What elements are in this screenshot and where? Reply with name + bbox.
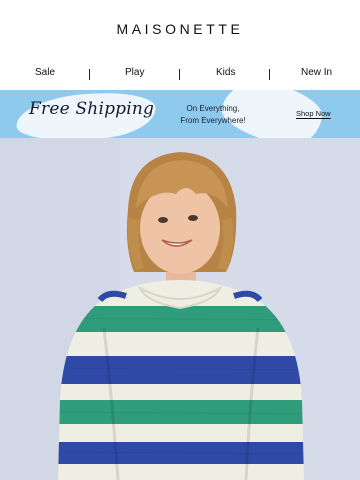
nav-item-new-in[interactable]: New In xyxy=(301,67,332,78)
eye-shape xyxy=(158,217,168,223)
promo-subtext-line-1: On Everything, xyxy=(186,104,240,113)
header: MAISONETTE xyxy=(0,0,360,62)
nav-divider xyxy=(179,69,180,80)
hero-image[interactable] xyxy=(0,138,360,480)
nav-divider xyxy=(89,69,90,80)
nav-item-kids[interactable]: Kids xyxy=(216,67,235,78)
eye-shape xyxy=(188,215,198,221)
nav-item-sale[interactable]: Sale xyxy=(35,67,55,78)
promo-subtext-line-2: From Everywhere! xyxy=(180,116,246,125)
child-in-striped-sweater-illustration xyxy=(0,138,360,480)
nav-divider xyxy=(269,69,270,80)
shop-now-link[interactable]: Shop Now xyxy=(296,109,331,118)
category-nav: Sale Play Kids New In xyxy=(0,62,360,88)
promo-subtext: On Everything, From Everywhere! xyxy=(168,103,258,127)
nav-item-play[interactable]: Play xyxy=(125,67,144,78)
promo-headline: Free Shipping xyxy=(29,99,155,119)
brand-logo[interactable]: MAISONETTE xyxy=(0,21,360,37)
